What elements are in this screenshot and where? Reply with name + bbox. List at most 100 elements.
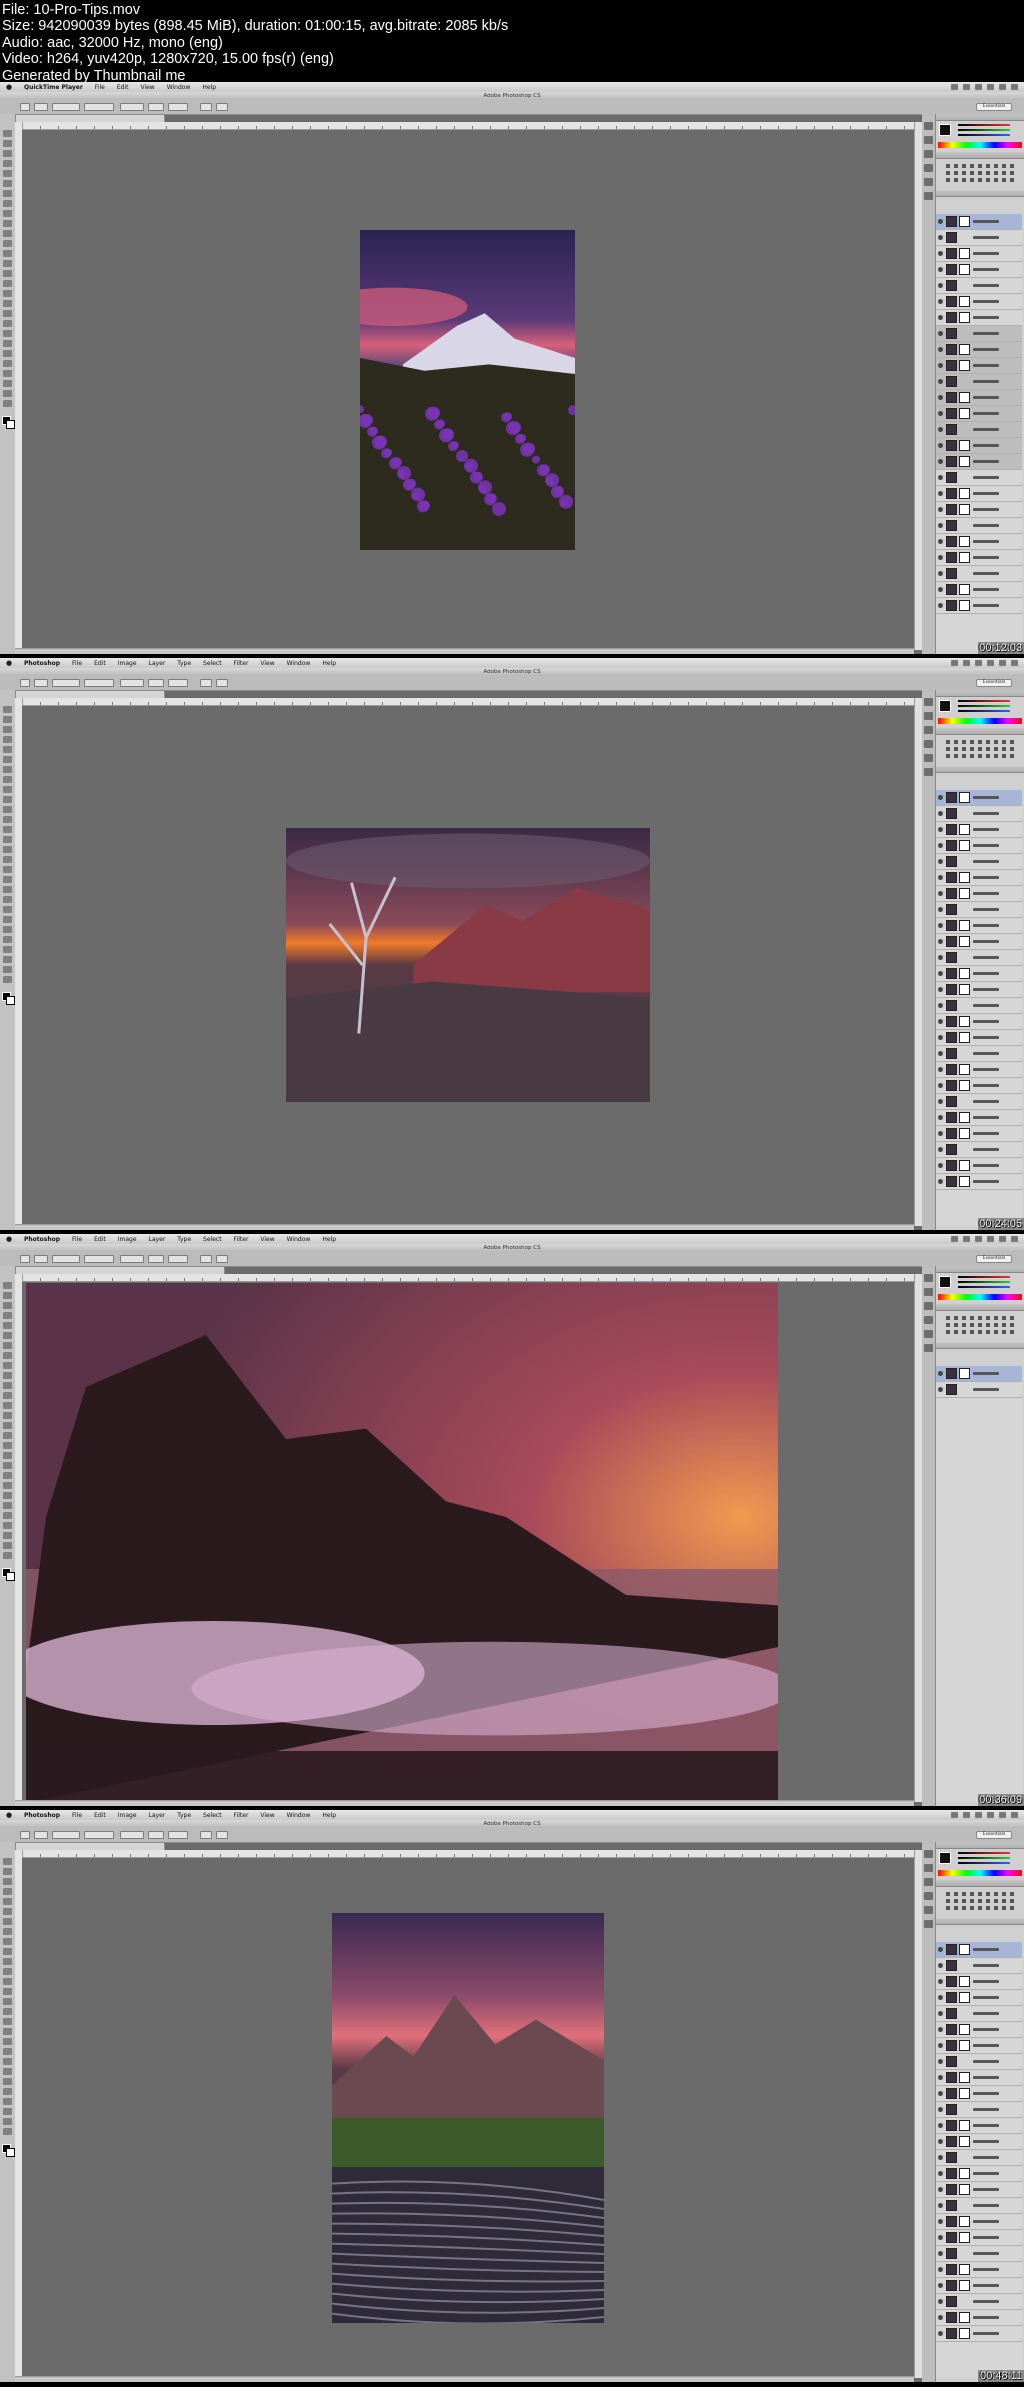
visibility-eye-icon[interactable] (938, 2091, 943, 2096)
visibility-eye-icon[interactable] (938, 587, 943, 592)
adjustment-icons[interactable] (946, 1330, 1016, 1334)
layers-panel-header[interactable] (936, 766, 1024, 773)
tool-icon[interactable] (3, 300, 12, 307)
layer-row[interactable] (936, 230, 1022, 246)
menu-item[interactable]: Image (112, 1236, 143, 1243)
tool-icon[interactable] (3, 2118, 12, 2125)
menu-item[interactable]: View (134, 84, 160, 91)
tool-icon[interactable] (3, 1968, 12, 1975)
status-icon[interactable] (999, 1236, 1006, 1242)
tool-icon[interactable] (3, 766, 12, 773)
tool-icon[interactable] (3, 350, 12, 357)
tool-icon[interactable] (3, 1998, 12, 2005)
visibility-eye-icon[interactable] (938, 363, 943, 368)
panel-toggle-icon[interactable] (924, 150, 933, 158)
visibility-eye-icon[interactable] (938, 1163, 943, 1168)
tool-icon[interactable] (3, 886, 12, 893)
visibility-eye-icon[interactable] (938, 1979, 943, 1984)
layer-row[interactable] (936, 1062, 1022, 1078)
document-photo[interactable] (26, 1283, 778, 1803)
document-tab[interactable] (15, 1266, 225, 1274)
panel-toggle-icon[interactable] (924, 1864, 933, 1872)
layer-row[interactable] (936, 790, 1022, 806)
adjustment-icons[interactable] (946, 1906, 1016, 1910)
tool-icon[interactable] (3, 1352, 12, 1359)
visibility-eye-icon[interactable] (938, 2187, 943, 2192)
visibility-eye-icon[interactable] (938, 2283, 943, 2288)
menu-item[interactable]: Window (281, 660, 317, 667)
menu-item[interactable]: File (66, 1812, 88, 1819)
option-control[interactable] (84, 679, 114, 687)
workspace-switcher[interactable]: Essentials (976, 1831, 1012, 1839)
tool-icon[interactable] (3, 1342, 12, 1349)
adjustments-panel-header[interactable] (936, 728, 1024, 735)
tool-icon[interactable] (3, 380, 12, 387)
layer-row[interactable] (936, 934, 1022, 950)
document-photo[interactable] (360, 230, 575, 550)
menu-item[interactable]: View (254, 660, 280, 667)
option-control[interactable] (34, 1831, 48, 1839)
color-picker-swatch[interactable] (939, 1852, 951, 1864)
layer-row[interactable] (936, 1078, 1022, 1094)
color-slider[interactable] (958, 129, 1010, 131)
adjustment-icons[interactable] (946, 1316, 1016, 1320)
panel-toggle-icon[interactable] (924, 1850, 933, 1858)
tool-icon[interactable] (3, 1312, 12, 1319)
workspace-switcher[interactable]: Essentials (976, 679, 1012, 687)
tool-icon[interactable] (3, 1432, 12, 1439)
panel-toggle-icon[interactable] (924, 1906, 933, 1914)
tool-icon[interactable] (3, 150, 12, 157)
menu-item[interactable]: QuickTime Player (18, 84, 89, 91)
menu-item[interactable]: Type (171, 1236, 197, 1243)
layer-row[interactable] (936, 822, 1022, 838)
tool-icon[interactable] (3, 320, 12, 327)
tool-icon[interactable] (3, 1532, 12, 1539)
color-spectrum[interactable] (938, 1294, 1022, 1300)
panel-toggle-icon[interactable] (924, 1892, 933, 1900)
layer-row[interactable] (936, 2166, 1022, 2182)
tool-icon[interactable] (3, 2088, 12, 2095)
tool-icon[interactable] (3, 936, 12, 943)
layer-row[interactable] (936, 470, 1022, 486)
tool-icon[interactable] (3, 796, 12, 803)
color-slider[interactable] (958, 1286, 1010, 1288)
visibility-eye-icon[interactable] (938, 283, 943, 288)
visibility-eye-icon[interactable] (938, 507, 943, 512)
layer-row[interactable] (936, 1942, 1022, 1958)
tool-icon[interactable] (3, 726, 12, 733)
status-icon[interactable] (975, 1812, 982, 1818)
layers-panel-header[interactable] (936, 1342, 1024, 1349)
document-photo[interactable] (286, 828, 650, 1102)
tool-icon[interactable] (3, 1412, 12, 1419)
color-panel-header[interactable] (936, 1266, 1024, 1273)
layer-row[interactable] (936, 2230, 1022, 2246)
layer-row[interactable] (936, 1110, 1022, 1126)
status-icon[interactable] (999, 84, 1006, 90)
tool-icon[interactable] (3, 756, 12, 763)
tool-icon[interactable] (3, 400, 12, 407)
layer-row[interactable] (936, 2070, 1022, 2086)
menu-item[interactable]: Edit (111, 84, 135, 91)
option-control[interactable] (84, 1831, 114, 1839)
option-control[interactable] (200, 103, 212, 111)
status-icon[interactable] (999, 660, 1006, 666)
panel-toggle-icon[interactable] (924, 1274, 933, 1282)
color-slider[interactable] (958, 710, 1010, 712)
visibility-eye-icon[interactable] (938, 347, 943, 352)
visibility-eye-icon[interactable] (938, 1003, 943, 1008)
option-control[interactable] (84, 103, 114, 111)
tool-icon[interactable] (3, 1522, 12, 1529)
visibility-eye-icon[interactable] (938, 795, 943, 800)
layer-row[interactable] (936, 2038, 1022, 2054)
visibility-eye-icon[interactable] (938, 971, 943, 976)
tool-icon[interactable] (3, 330, 12, 337)
status-icon[interactable] (963, 660, 970, 666)
tool-icon[interactable] (3, 140, 12, 147)
apple-icon[interactable]: ● (6, 1811, 14, 1819)
tool-icon[interactable] (3, 1898, 12, 1905)
visibility-eye-icon[interactable] (938, 2299, 943, 2304)
visibility-eye-icon[interactable] (938, 251, 943, 256)
tool-icon[interactable] (3, 2098, 12, 2105)
menu-item[interactable]: Image (112, 660, 143, 667)
layer-row[interactable] (936, 1990, 1022, 2006)
